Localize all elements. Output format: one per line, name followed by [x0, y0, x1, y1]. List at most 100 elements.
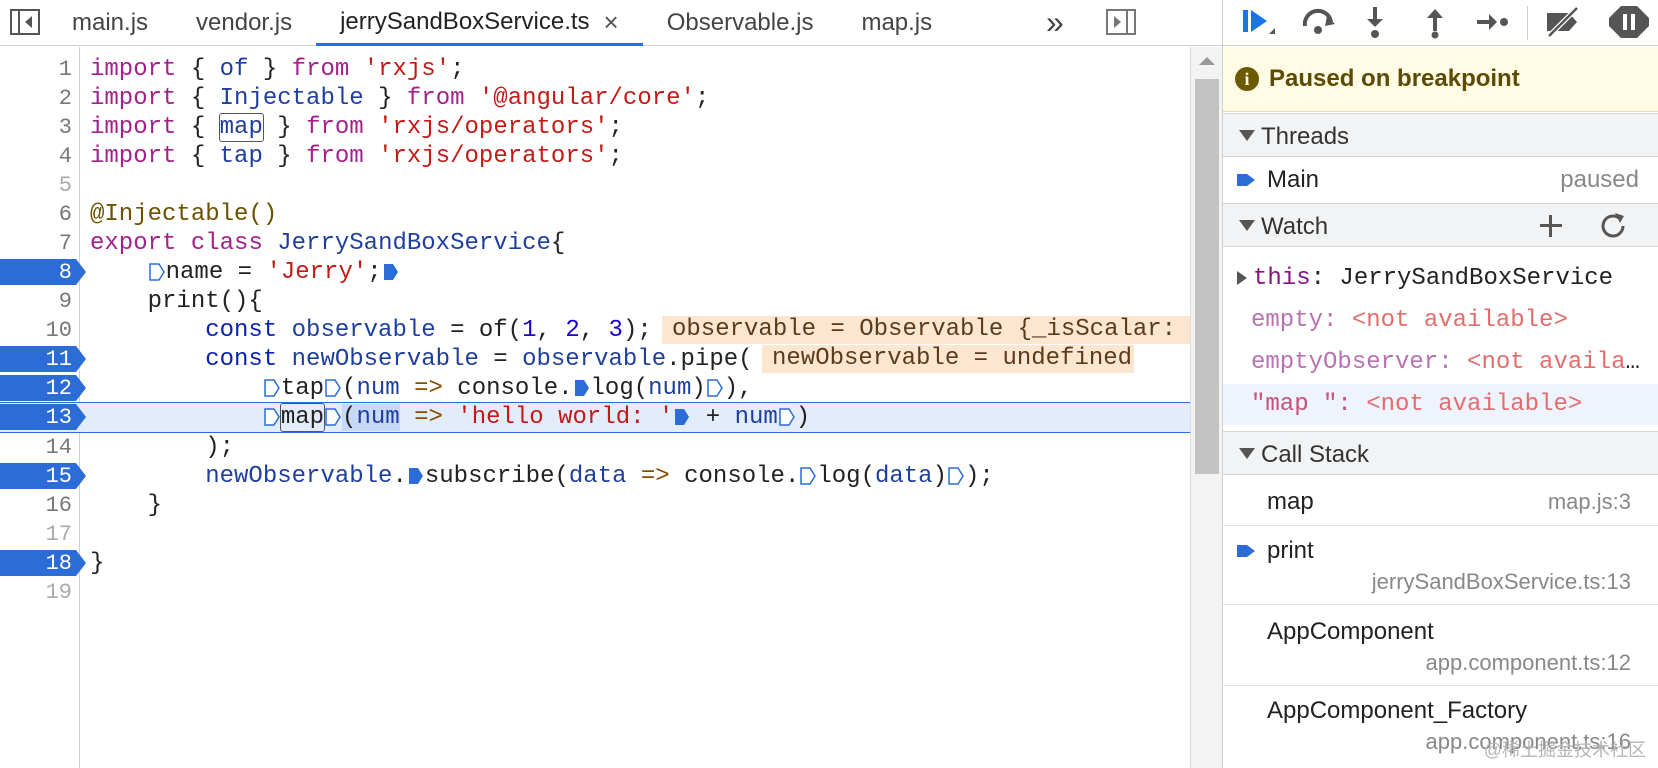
frame-location[interactable]: jerrySandBoxService.ts:13: [1372, 569, 1631, 595]
code-line-11[interactable]: 11 const newObservable = observable.pipe…: [0, 344, 1190, 375]
code-editor[interactable]: 1 import { of } from 'rxjs'; 2 import { …: [0, 47, 1190, 768]
editor-scrollbar[interactable]: [1190, 47, 1222, 768]
close-tab-icon[interactable]: ×: [604, 9, 619, 35]
pause-on-exceptions-icon[interactable]: [1607, 4, 1651, 40]
inline-breakpoint-icon[interactable]: [383, 263, 399, 281]
code-text: import { of } from 'rxjs';: [90, 56, 465, 83]
code-text: export class JerrySandBoxService{: [90, 230, 566, 257]
watch-section-header[interactable]: Watch: [1223, 203, 1658, 247]
call-stack-section-header[interactable]: Call Stack: [1223, 431, 1658, 475]
breakpoint-marker[interactable]: 12: [0, 375, 86, 401]
step-out-icon[interactable]: [1413, 4, 1457, 40]
threads-section-header[interactable]: Threads: [1223, 113, 1658, 157]
watch-item-this[interactable]: this: JerrySandBoxService: [1223, 258, 1658, 299]
code-line-19[interactable]: 19: [0, 577, 1190, 608]
code-line-16[interactable]: 16 }: [0, 490, 1190, 521]
code-line-6[interactable]: 6 @Injectable(): [0, 199, 1190, 230]
inline-breakpoint-icon[interactable]: [408, 467, 424, 485]
call-frame-map[interactable]: map map.js:3: [1223, 476, 1658, 526]
add-watch-expression-icon[interactable]: [1535, 210, 1567, 242]
thread-state: paused: [1560, 166, 1639, 193]
deactivate-breakpoints-icon[interactable]: [1541, 4, 1585, 40]
more-tabs-icon[interactable]: »: [1046, 4, 1064, 41]
code-line-2[interactable]: 2 import { Injectable } from '@angular/c…: [0, 83, 1190, 114]
scrollbar-thumb[interactable]: [1195, 79, 1219, 474]
step-into-icon[interactable]: [1353, 4, 1397, 40]
inline-breakpoint-icon[interactable]: [948, 467, 964, 485]
code-text: const newObservable = observable.pipe(: [205, 346, 753, 373]
code-line-8[interactable]: 8 name = 'Jerry';: [0, 257, 1190, 288]
step-over-icon[interactable]: [1297, 4, 1341, 40]
inline-breakpoint-icon[interactable]: [674, 408, 690, 426]
tab-vendor-js[interactable]: vendor.js: [172, 0, 316, 46]
line-number: 3: [58, 115, 72, 140]
code-text: @Injectable(): [90, 201, 278, 228]
inline-breakpoint-icon[interactable]: [707, 379, 723, 397]
watch-value: <not available>: [1467, 349, 1651, 376]
frame-location[interactable]: app.component.ts:12: [1426, 650, 1631, 676]
current-frame-arrow-icon: [1237, 545, 1255, 557]
code-text: print(){: [90, 288, 263, 315]
code-text: name = 'Jerry';: [90, 257, 400, 288]
tab-map-js[interactable]: map.js: [837, 0, 956, 46]
inline-breakpoint-icon[interactable]: [148, 263, 165, 281]
code-text: }: [90, 492, 163, 519]
frame-location[interactable]: map.js:3: [1548, 489, 1631, 515]
watch-item-map-string[interactable]: "map ": <not available>: [1223, 384, 1658, 425]
watch-name: empty: [1251, 307, 1324, 334]
inline-breakpoint-icon[interactable]: [800, 467, 817, 485]
refresh-watch-icon[interactable]: [1597, 210, 1629, 242]
code-line-1[interactable]: 1 import { of } from 'rxjs';: [0, 54, 1190, 85]
inline-breakpoint-icon[interactable]: [574, 379, 590, 397]
code-line-17[interactable]: 17: [0, 519, 1190, 550]
breakpoint-marker[interactable]: 11: [0, 346, 86, 372]
line-number: 5: [58, 173, 72, 198]
call-frame-appcomponent[interactable]: AppComponent app.component.ts:12: [1223, 606, 1658, 686]
code-line-9[interactable]: 9 print(){: [0, 286, 1190, 317]
inline-breakpoint-icon[interactable]: [325, 379, 341, 397]
resume-icon[interactable]: [1237, 4, 1281, 40]
code-line-7[interactable]: 7 export class JerrySandBoxService{: [0, 228, 1190, 259]
inline-breakpoint-icon[interactable]: [264, 408, 280, 426]
expand-triangle-icon[interactable]: [1237, 271, 1247, 285]
watch-name: this: [1253, 265, 1311, 292]
breakpoint-marker[interactable]: 8: [0, 259, 86, 285]
code-line-15[interactable]: 15 newObservable. subscribe(data => conso…: [0, 461, 1190, 492]
watch-value: JerrySandBoxService: [1339, 265, 1614, 292]
editor-tab-bar: main.js vendor.js jerrySandBoxService.ts…: [0, 0, 1222, 46]
tab-label: vendor.js: [196, 9, 293, 36]
info-icon: i: [1235, 67, 1259, 91]
breakpoint-marker[interactable]: 15: [0, 463, 86, 489]
toggle-debugger-sidebar-icon[interactable]: [1104, 6, 1138, 38]
watch-item-emptyobserver[interactable]: emptyObserver: <not available>: [1223, 342, 1658, 383]
code-line-18[interactable]: 18 }: [0, 548, 1190, 579]
breakpoint-marker[interactable]: 13: [0, 404, 86, 430]
code-line-14[interactable]: 14 );: [0, 432, 1190, 463]
inline-breakpoint-icon[interactable]: [325, 408, 341, 426]
call-frame-print[interactable]: print jerrySandBoxService.ts:13: [1223, 527, 1658, 605]
thread-item-main[interactable]: Main paused: [1223, 158, 1658, 202]
tab-jerry-sandbox-service-ts[interactable]: jerrySandBoxService.ts ×: [316, 0, 643, 46]
inline-breakpoint-icon[interactable]: [264, 379, 280, 397]
breakpoint-marker[interactable]: 18: [0, 550, 86, 576]
scroll-up-icon[interactable]: [1199, 57, 1215, 65]
code-line-10[interactable]: 10 const observable = of(1, 2, 3); obser…: [0, 315, 1190, 346]
watch-item-empty[interactable]: empty: <not available>: [1223, 300, 1658, 341]
toggle-navigator-icon[interactable]: [8, 6, 42, 38]
code-line-4[interactable]: 4 import { tap } from 'rxjs/operators';: [0, 141, 1190, 172]
code-text: map (num => 'hello world: ' + num): [90, 402, 810, 433]
tab-observable-js[interactable]: Observable.js: [643, 0, 838, 46]
line-number: 4: [58, 144, 72, 169]
code-line-12[interactable]: 12 tap (num => console. log(num)),: [0, 373, 1190, 404]
step-icon[interactable]: [1471, 4, 1515, 40]
inline-breakpoint-icon[interactable]: [779, 408, 795, 426]
code-text: import { tap } from 'rxjs/operators';: [90, 143, 623, 170]
line-number: 17: [45, 522, 72, 547]
watermark: @稀土掘金技术社区: [1483, 740, 1646, 760]
tab-main-js[interactable]: main.js: [48, 0, 172, 46]
debugger-toolbar: [1223, 0, 1658, 46]
code-line-5[interactable]: 5: [0, 170, 1190, 201]
code-line-3[interactable]: 3 import { map } from 'rxjs/operators';: [0, 112, 1190, 143]
code-line-13-current[interactable]: 13 map (num => 'hello world: ' + num): [0, 402, 1190, 433]
current-thread-arrow-icon: [1237, 174, 1255, 186]
